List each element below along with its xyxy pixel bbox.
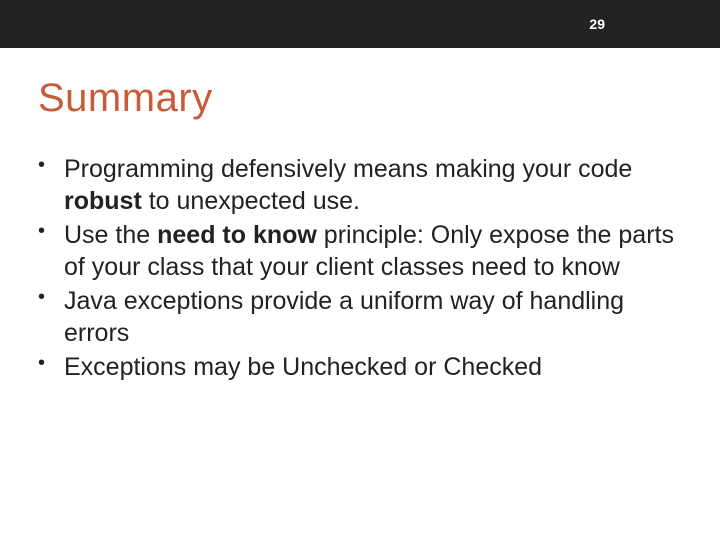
bullet-item: Programming defensively means making you… (38, 153, 682, 217)
bullet-text-pre: Programming defensively means making you… (64, 155, 632, 183)
bullet-text-post: to unexpected use. (142, 187, 360, 215)
bullet-text-bold: robust (64, 187, 142, 215)
bullet-text-bold: need to know (157, 221, 317, 249)
header-bar: 29 (0, 0, 720, 48)
bullet-list: Programming defensively means making you… (38, 153, 682, 383)
bullet-item: Java exceptions provide a uniform way of… (38, 285, 682, 349)
bullet-text-pre: Use the (64, 221, 157, 249)
bullet-item: Use the need to know principle: Only exp… (38, 219, 682, 283)
slide-content: Summary Programming defensively means ma… (0, 48, 720, 383)
slide: 29 Summary Programming defensively means… (0, 0, 720, 540)
bullet-text-pre: Exceptions may be Unchecked or Checked (64, 353, 542, 381)
slide-title: Summary (38, 76, 682, 121)
page-number: 29 (589, 16, 605, 32)
bullet-item: Exceptions may be Unchecked or Checked (38, 351, 682, 383)
bullet-text-pre: Java exceptions provide a uniform way of… (64, 287, 624, 347)
